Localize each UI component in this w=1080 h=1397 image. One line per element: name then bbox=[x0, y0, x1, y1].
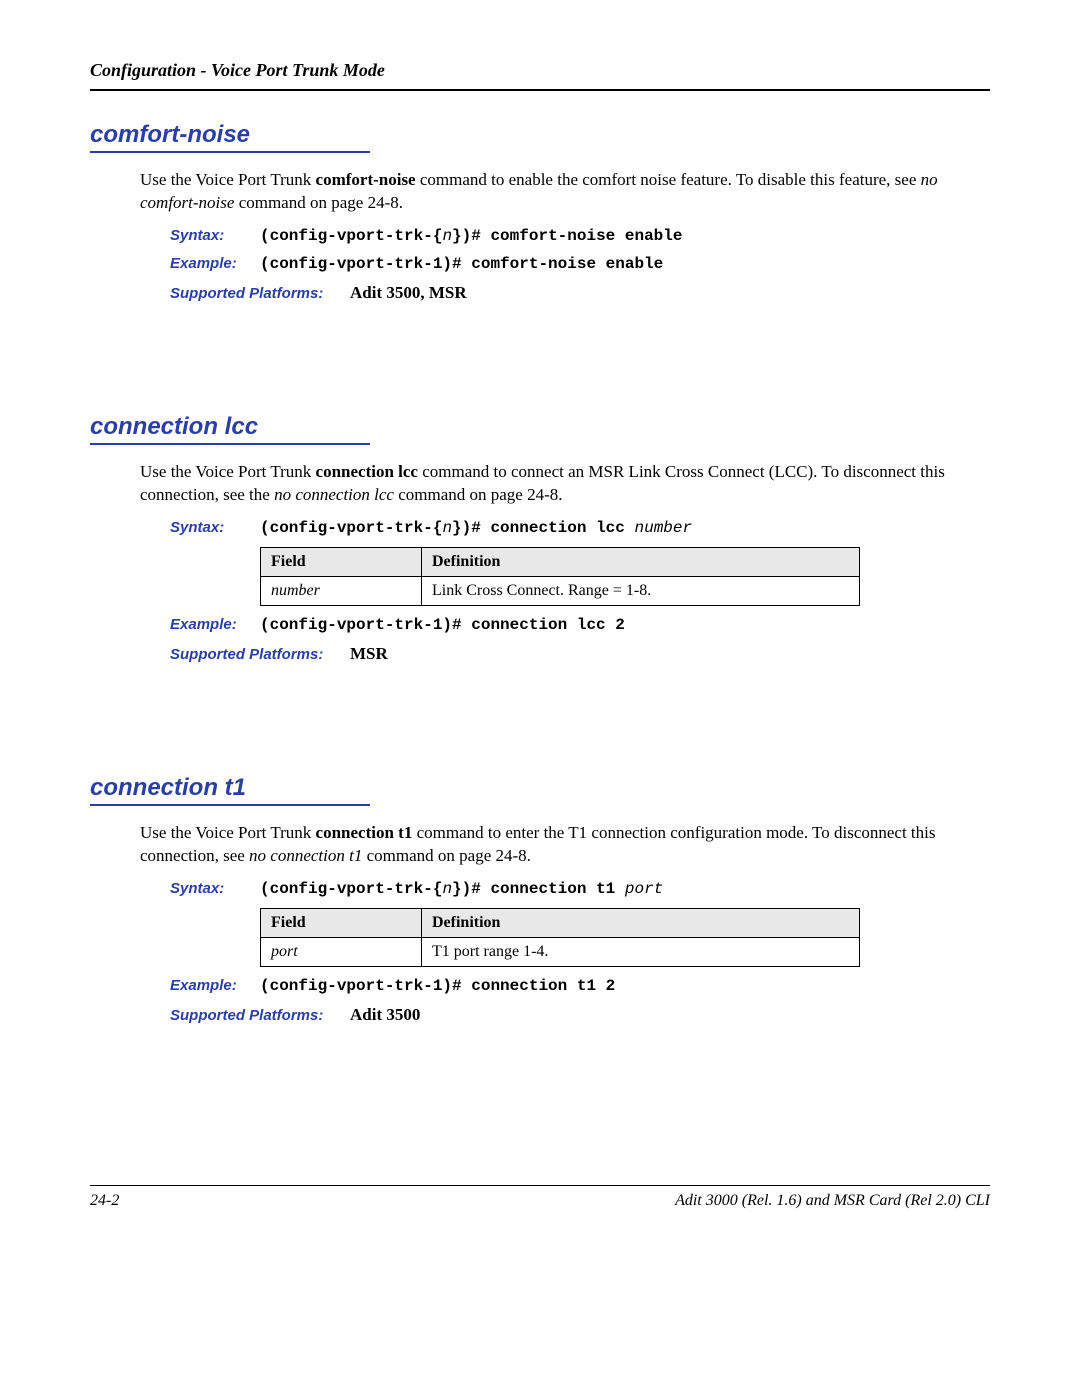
platforms-row: Supported Platforms: Adit 3500 bbox=[170, 1005, 990, 1025]
platforms-row: Supported Platforms: Adit 3500, MSR bbox=[170, 283, 990, 303]
syntax-prefix: (config-vport-trk-{ bbox=[260, 519, 442, 537]
platforms-row: Supported Platforms: MSR bbox=[170, 644, 990, 664]
header-rule bbox=[90, 89, 990, 91]
definition-header: Definition bbox=[422, 547, 860, 576]
platforms-value: MSR bbox=[350, 644, 388, 664]
example-code: (config-vport-trk-1)# comfort-noise enab… bbox=[260, 255, 663, 273]
syntax-suffix: })# connection lcc bbox=[452, 519, 634, 537]
section-title: connection lcc bbox=[90, 413, 990, 441]
syntax-var: n bbox=[442, 880, 452, 898]
definition-cell: Link Cross Connect. Range = 1-8. bbox=[422, 576, 860, 605]
example-label: Example: bbox=[170, 255, 260, 272]
example-row: Example: (config-vport-trk-1)# comfort-n… bbox=[170, 255, 990, 273]
section-connection-lcc: connection lcc Use the Voice Port Trunk … bbox=[90, 413, 990, 664]
syntax-code: (config-vport-trk-{n})# connection lcc n… bbox=[260, 519, 692, 537]
platforms-value: Adit 3500 bbox=[350, 1005, 420, 1025]
example-row: Example: (config-vport-trk-1)# connectio… bbox=[170, 616, 990, 634]
intro-suffix: command on page 24-8. bbox=[234, 193, 403, 212]
platforms-label: Supported Platforms: bbox=[170, 1007, 350, 1024]
footer-page-number: 24-2 bbox=[90, 1192, 119, 1210]
intro-bold: connection lcc bbox=[316, 462, 418, 481]
definition-header: Definition bbox=[422, 908, 860, 937]
syntax-var: n bbox=[442, 227, 452, 245]
table-row: number Link Cross Connect. Range = 1-8. bbox=[261, 576, 860, 605]
platforms-value: Adit 3500, MSR bbox=[350, 283, 467, 303]
intro-bold: connection t1 bbox=[316, 823, 413, 842]
footer-rule bbox=[90, 1185, 990, 1186]
example-code: (config-vport-trk-1)# connection t1 2 bbox=[260, 977, 615, 995]
syntax-row: Syntax: (config-vport-trk-{n})# comfort-… bbox=[170, 227, 990, 245]
section-rule bbox=[90, 804, 370, 806]
table-header-row: Field Definition bbox=[261, 908, 860, 937]
table-header-row: Field Definition bbox=[261, 547, 860, 576]
intro-text: Use the Voice Port Trunk connection t1 c… bbox=[140, 822, 990, 868]
definition-cell: T1 port range 1-4. bbox=[422, 937, 860, 966]
syntax-var: n bbox=[442, 519, 452, 537]
field-header: Field bbox=[261, 908, 422, 937]
page-footer: 24-2 Adit 3000 (Rel. 1.6) and MSR Card (… bbox=[90, 1185, 990, 1210]
section-connection-t1: connection t1 Use the Voice Port Trunk c… bbox=[90, 774, 990, 1025]
footer-product: Adit 3000 (Rel. 1.6) and MSR Card (Rel 2… bbox=[675, 1192, 990, 1210]
platforms-label: Supported Platforms: bbox=[170, 646, 350, 663]
field-table: Field Definition port T1 port range 1-4. bbox=[260, 908, 860, 967]
intro-mid: command to enable the comfort noise feat… bbox=[416, 170, 921, 189]
syntax-arg: number bbox=[634, 519, 692, 537]
example-label: Example: bbox=[170, 977, 260, 994]
intro-prefix: Use the Voice Port Trunk bbox=[140, 823, 316, 842]
section-rule bbox=[90, 151, 370, 153]
syntax-arg: port bbox=[625, 880, 663, 898]
field-table: Field Definition number Link Cross Conne… bbox=[260, 547, 860, 606]
syntax-label: Syntax: bbox=[170, 227, 260, 244]
section-rule bbox=[90, 443, 370, 445]
intro-suffix: command on page 24-8. bbox=[394, 485, 563, 504]
section-comfort-noise: comfort-noise Use the Voice Port Trunk c… bbox=[90, 121, 990, 303]
field-cell: port bbox=[261, 937, 422, 966]
intro-text: Use the Voice Port Trunk connection lcc … bbox=[140, 461, 990, 507]
intro-italic: no connection t1 bbox=[249, 846, 362, 865]
table-row: port T1 port range 1-4. bbox=[261, 937, 860, 966]
syntax-row: Syntax: (config-vport-trk-{n})# connecti… bbox=[170, 880, 990, 898]
syntax-label: Syntax: bbox=[170, 880, 260, 897]
intro-suffix: command on page 24-8. bbox=[362, 846, 531, 865]
intro-italic: no connection lcc bbox=[274, 485, 394, 504]
intro-prefix: Use the Voice Port Trunk bbox=[140, 170, 316, 189]
syntax-suffix: })# connection t1 bbox=[452, 880, 625, 898]
example-code: (config-vport-trk-1)# connection lcc 2 bbox=[260, 616, 625, 634]
syntax-code: (config-vport-trk-{n})# comfort-noise en… bbox=[260, 227, 682, 245]
field-cell: number bbox=[261, 576, 422, 605]
syntax-row: Syntax: (config-vport-trk-{n})# connecti… bbox=[170, 519, 990, 537]
platforms-label: Supported Platforms: bbox=[170, 285, 350, 302]
intro-text: Use the Voice Port Trunk comfort-noise c… bbox=[140, 169, 990, 215]
intro-bold: comfort-noise bbox=[316, 170, 416, 189]
syntax-label: Syntax: bbox=[170, 519, 260, 536]
footer-row: 24-2 Adit 3000 (Rel. 1.6) and MSR Card (… bbox=[90, 1192, 990, 1210]
syntax-prefix: (config-vport-trk-{ bbox=[260, 880, 442, 898]
syntax-code: (config-vport-trk-{n})# connection t1 po… bbox=[260, 880, 663, 898]
example-row: Example: (config-vport-trk-1)# connectio… bbox=[170, 977, 990, 995]
example-label: Example: bbox=[170, 616, 260, 633]
section-title: connection t1 bbox=[90, 774, 990, 802]
syntax-prefix: (config-vport-trk-{ bbox=[260, 227, 442, 245]
intro-prefix: Use the Voice Port Trunk bbox=[140, 462, 316, 481]
page-header-title: Configuration - Voice Port Trunk Mode bbox=[90, 60, 990, 81]
syntax-suffix: })# comfort-noise enable bbox=[452, 227, 682, 245]
section-title: comfort-noise bbox=[90, 121, 990, 149]
field-header: Field bbox=[261, 547, 422, 576]
